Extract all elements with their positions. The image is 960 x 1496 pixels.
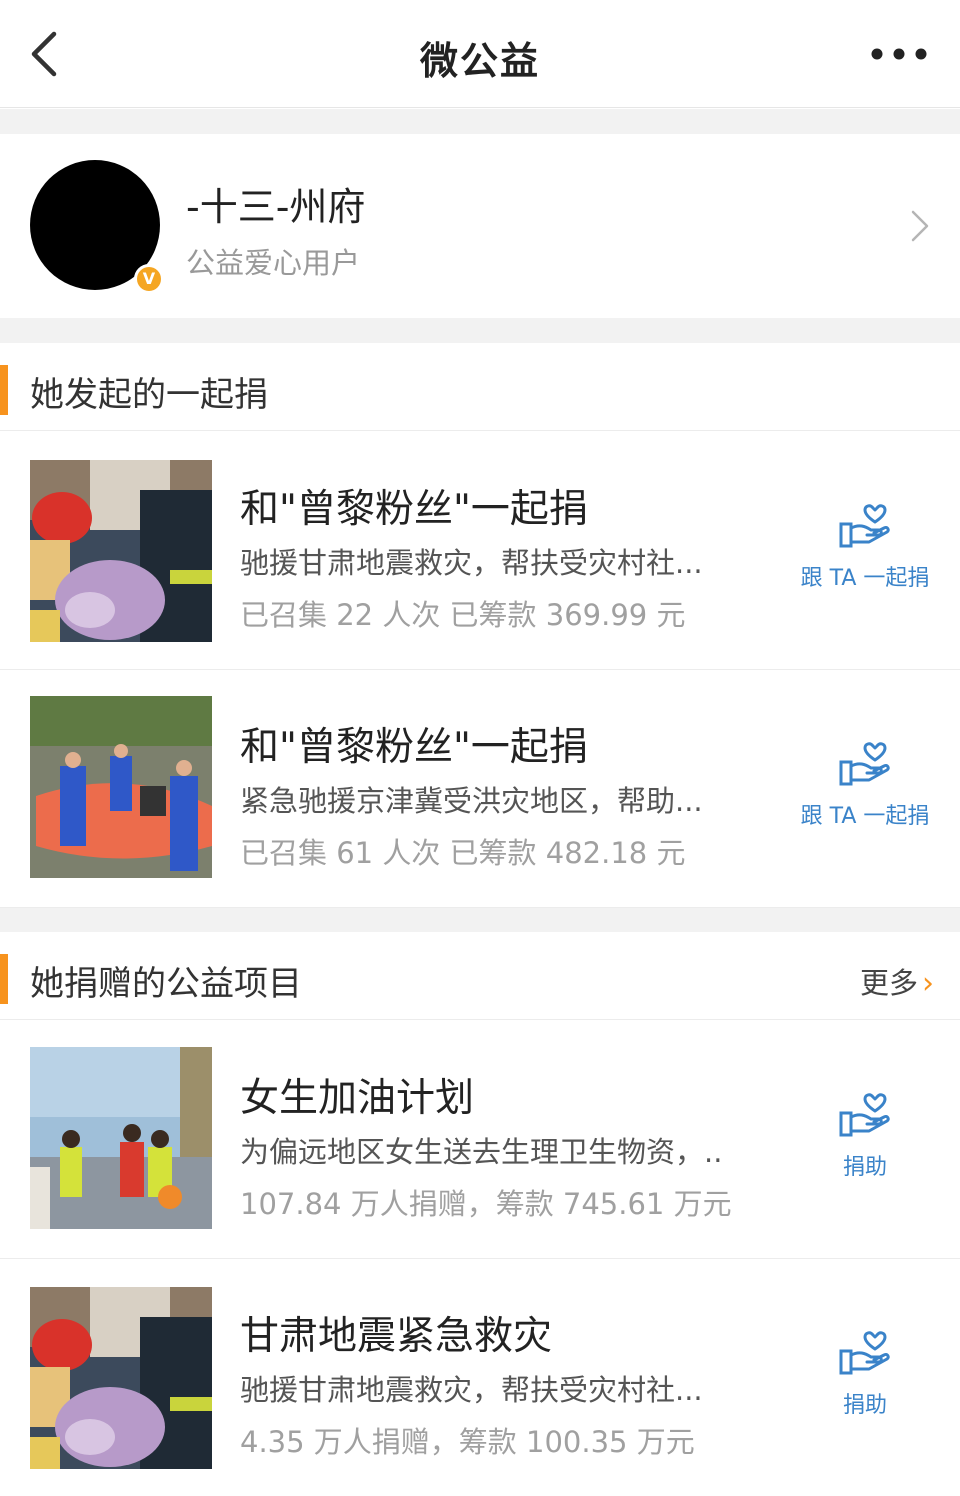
donate-button[interactable]: 捐助: [790, 1331, 940, 1451]
verified-badge-icon: V: [134, 264, 164, 294]
section-title: 她捐赠的公益项目: [30, 964, 302, 1004]
project-thumbnail-earthquake[interactable]: [30, 1287, 212, 1469]
project-stats: 107.84 万人捐赠，筹款 745.61 万元: [240, 1187, 732, 1221]
section-header-initiated: 她发起的一起捐: [0, 343, 960, 431]
chevron-right-icon: [908, 206, 932, 246]
list-item[interactable]: 甘肃地震紧急救灾 驰援甘肃地震救灾，帮扶受灾村社... 4.35 万人捐赠，筹款…: [0, 1259, 960, 1496]
charity-hand-heart-icon: [839, 504, 890, 548]
join-donate-label: 跟 TA 一起捐: [800, 804, 930, 829]
project-description: 驰援甘肃地震救灾，帮扶受灾村社...: [240, 546, 703, 580]
more-label: 更多: [859, 966, 918, 1000]
divider: [0, 908, 960, 932]
project-title[interactable]: 女生加油计划: [240, 1067, 474, 1123]
charity-hand-heart-icon: [839, 1331, 890, 1375]
project-title[interactable]: 和"曾黎粉丝"一起捐: [240, 716, 588, 772]
project-stats: 已召集 22 人次 已筹款 369.99 元: [240, 598, 686, 632]
project-stats: 4.35 万人捐赠，筹款 100.35 万元: [240, 1425, 695, 1459]
project-description: 紧急驰援京津冀受洪灾地区，帮助...: [240, 784, 703, 818]
project-title[interactable]: 甘肃地震紧急救灾: [240, 1305, 552, 1361]
project-description: 驰援甘肃地震救灾，帮扶受灾村社...: [240, 1373, 703, 1407]
page-title: 微公益: [419, 39, 540, 83]
user-subtitle: 公益爱心用户: [186, 246, 361, 280]
project-stats: 已召集 61 人次 已筹款 482.18 元: [240, 836, 686, 870]
user-profile-card[interactable]: V -十三-州府 公益爱心用户: [0, 134, 960, 318]
list-item[interactable]: 和"曾黎粉丝"一起捐 驰援甘肃地震救灾，帮扶受灾村社... 已召集 22 人次 …: [0, 432, 960, 670]
join-donate-button[interactable]: 跟 TA 一起捐: [790, 742, 940, 862]
donate-label: 捐助: [842, 1155, 887, 1180]
project-thumbnail-girls[interactable]: [30, 1047, 212, 1229]
donate-button[interactable]: 捐助: [790, 1093, 940, 1213]
section-header-donated: 她捐赠的公益项目 更多 ›: [0, 932, 960, 1020]
user-name: -十三-州府: [186, 185, 366, 229]
project-description: 为偏远地区女生送去生理卫生物资，..: [240, 1135, 723, 1169]
divider: [0, 318, 960, 343]
list-item[interactable]: 和"曾黎粉丝"一起捐 紧急驰援京津冀受洪灾地区，帮助... 已召集 61 人次 …: [0, 670, 960, 908]
charity-hand-heart-icon: [839, 1093, 890, 1137]
section-accent-bar: [0, 954, 8, 1004]
project-title[interactable]: 和"曾黎粉丝"一起捐: [240, 478, 588, 534]
join-donate-button[interactable]: 跟 TA 一起捐: [790, 504, 940, 624]
project-thumbnail-rescue[interactable]: [30, 460, 212, 642]
divider: [0, 109, 960, 134]
donate-label: 捐助: [842, 1393, 887, 1418]
list-item[interactable]: 女生加油计划 为偏远地区女生送去生理卫生物资，.. 107.84 万人捐赠，筹款…: [0, 1021, 960, 1259]
chevron-right-icon: ›: [922, 966, 934, 1001]
project-thumbnail-flood[interactable]: [30, 696, 212, 878]
section-title: 她发起的一起捐: [30, 375, 268, 415]
charity-hand-heart-icon: [839, 742, 890, 786]
section-accent-bar: [0, 365, 8, 415]
top-nav-bar: 微公益: [0, 0, 960, 108]
more-options-icon[interactable]: [868, 34, 930, 74]
more-link[interactable]: 更多 ›: [860, 960, 934, 1002]
join-donate-label: 跟 TA 一起捐: [800, 566, 930, 591]
